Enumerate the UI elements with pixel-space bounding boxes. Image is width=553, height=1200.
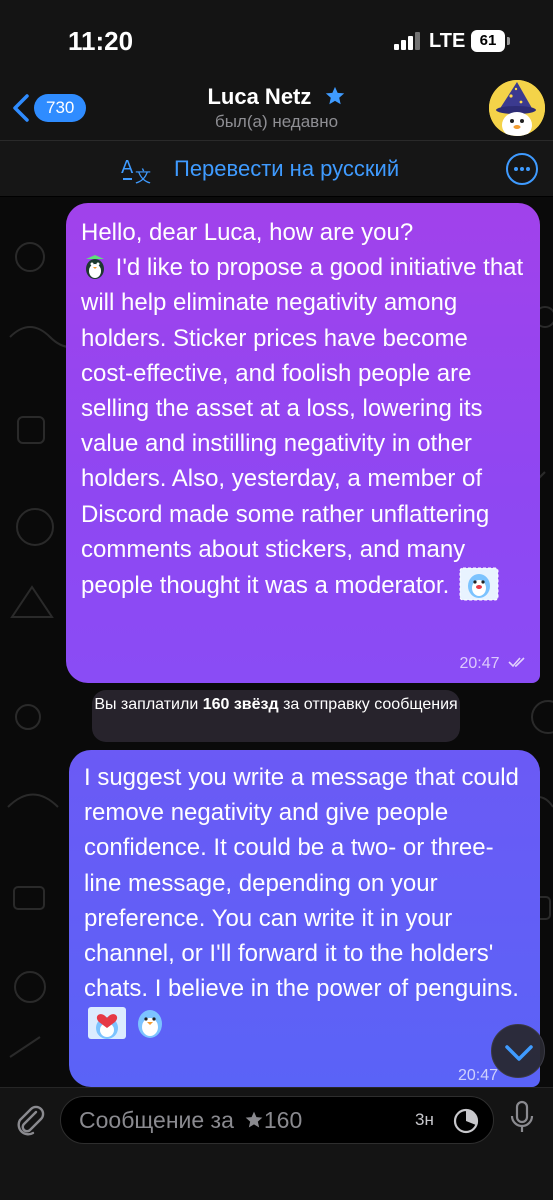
battery-icon: 61 [471, 30, 505, 52]
outgoing-message[interactable]: Hello, dear Luca, how are you? I'd like … [66, 203, 540, 683]
paid-message-notice: Вы заплатили 160 звёзд за отправку сообщ… [92, 690, 460, 742]
penguin-sticker-icon [459, 567, 499, 601]
double-check-icon [508, 657, 525, 668]
message-time: 20:47 [460, 655, 529, 673]
message-composer: Сообщение за 160 3н [0, 1087, 553, 1200]
penguin-emoji-icon [86, 255, 104, 280]
notice-stars: 160 звёзд [202, 696, 279, 713]
paperclip-icon[interactable] [12, 1102, 46, 1136]
contact-name[interactable]: Luca Netz [150, 84, 403, 110]
outgoing-message[interactable]: I suggest you write a message that could… [69, 750, 540, 1087]
scroll-down-button[interactable] [491, 1024, 545, 1078]
battery-tip [507, 37, 510, 45]
placeholder-text: Сообщение за [79, 1107, 234, 1133]
back-unread-badge[interactable]: 730 [34, 94, 87, 122]
contact-name-text: Luca Netz [207, 84, 312, 109]
chevron-left-icon[interactable] [10, 92, 32, 124]
network-label: LTE [429, 30, 466, 52]
message-text: I suggest you write a message that could… [84, 760, 526, 1043]
translate-icon: A 文 [121, 157, 151, 185]
contact-status: был(а) недавно [214, 112, 339, 131]
avatar[interactable] [489, 80, 545, 136]
notice-prefix: Вы заплатили [94, 696, 203, 713]
message-text: Hello, dear Luca, how are you? I'd like … [81, 215, 526, 603]
message-time-text: 20:47 [459, 655, 500, 672]
status-time: 11:20 [68, 26, 134, 56]
chevron-down-icon [505, 1045, 533, 1061]
svg-text:A: A [121, 157, 134, 178]
star-icon [325, 86, 344, 105]
translate-button[interactable]: Перевести на русский [174, 156, 399, 182]
message-text-part: I suggest you write a message that could… [84, 764, 519, 1003]
penguin-sticker-icon [138, 1010, 162, 1039]
message-text-part: Hello, dear Luca, how are you? [81, 219, 414, 246]
ellipsis-icon[interactable] [506, 153, 538, 185]
translate-bar[interactable]: A 文 Перевести на русский [0, 140, 553, 196]
signal-icon [394, 32, 420, 50]
message-input[interactable]: Сообщение за 160 3н [60, 1096, 494, 1144]
star-icon [245, 1111, 263, 1128]
timer-label[interactable]: 3н [415, 1110, 434, 1130]
star-cost: 160 [263, 1107, 303, 1133]
status-bar: 11:20 LTE 61 [0, 0, 553, 78]
timer-icon[interactable] [452, 1107, 480, 1135]
penguin-heart-sticker-icon [88, 1007, 126, 1040]
chat-area: Hello, dear Luca, how are you? I'd like … [0, 197, 553, 1087]
chat-header: 730 Luca Netz был(а) недавно [0, 78, 553, 140]
message-placeholder: Сообщение за 160 [79, 1107, 302, 1134]
microphone-icon[interactable] [508, 1100, 536, 1136]
penguin-wizard-icon [489, 80, 545, 136]
notice-suffix: за отправку сообщения [278, 696, 458, 713]
svg-text:文: 文 [135, 167, 151, 185]
message-text-part: I'd like to propose a good initiative th… [81, 254, 524, 600]
